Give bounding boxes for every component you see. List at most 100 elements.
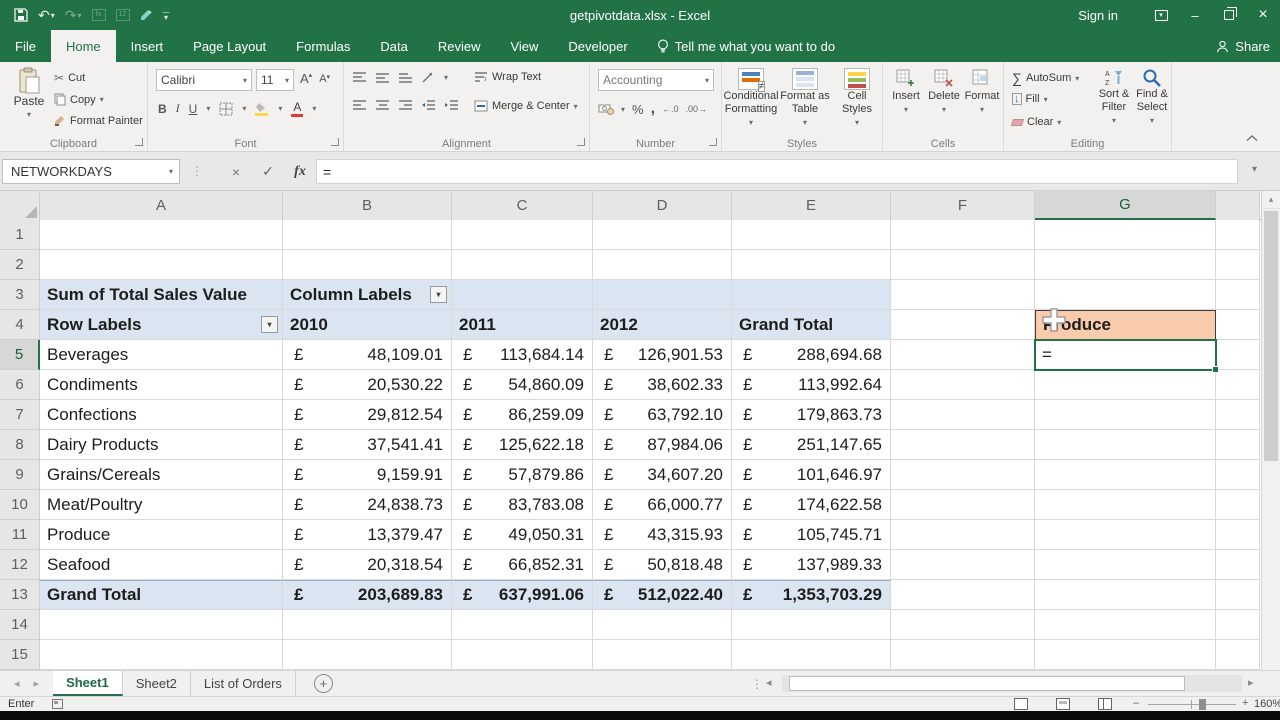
- underline-button[interactable]: U: [189, 102, 198, 116]
- sort-filter-button[interactable]: AZ Sort & Filter▾: [1096, 68, 1132, 127]
- align-middle-icon[interactable]: [375, 72, 390, 84]
- cell-A10[interactable]: Meat/Poultry: [40, 490, 283, 520]
- decrease-indent-icon[interactable]: [421, 100, 436, 112]
- row-header-12[interactable]: 12: [0, 550, 40, 580]
- cell-G14[interactable]: [1035, 610, 1216, 640]
- cell-G15[interactable]: [1035, 640, 1216, 670]
- cell-partial-6[interactable]: [1216, 370, 1260, 400]
- delete-cells-button[interactable]: Delete▾: [927, 68, 961, 116]
- decrease-font-icon[interactable]: A▾: [319, 73, 330, 85]
- ribbon-tab-home[interactable]: Home: [51, 30, 116, 62]
- cell-B11[interactable]: £13,379.47: [283, 520, 452, 550]
- cell-B14[interactable]: [283, 610, 452, 640]
- cell-B13[interactable]: £203,689.83: [283, 580, 452, 610]
- page-layout-view-icon[interactable]: [1056, 698, 1070, 710]
- close-button[interactable]: ×: [1246, 0, 1280, 30]
- cell-G6[interactable]: [1035, 370, 1216, 400]
- cell-partial-15[interactable]: [1216, 640, 1260, 670]
- cell-A9[interactable]: Grains/Cereals: [40, 460, 283, 490]
- cell-A15[interactable]: [40, 640, 283, 670]
- cell-C10[interactable]: £83,783.08: [452, 490, 593, 520]
- comma-style-icon[interactable]: ,: [651, 100, 655, 118]
- cell-E8[interactable]: £251,147.65: [732, 430, 891, 460]
- customize-qat-icon[interactable]: —▾: [163, 10, 170, 20]
- cell-E13[interactable]: £1,353,703.29: [732, 580, 891, 610]
- select-all-corner[interactable]: [0, 191, 40, 220]
- tab-scroll-splitter[interactable]: ⋮: [751, 677, 763, 691]
- row-header-13[interactable]: 13: [0, 580, 40, 610]
- cell-D7[interactable]: £63,792.10: [593, 400, 732, 430]
- cell-A12[interactable]: Seafood: [40, 550, 283, 580]
- cell-F10[interactable]: [891, 490, 1035, 520]
- cell-partial-11[interactable]: [1216, 520, 1260, 550]
- cell-E14[interactable]: [732, 610, 891, 640]
- tell-me-box[interactable]: Tell me what you want to do: [657, 30, 835, 62]
- row-header-6[interactable]: 6: [0, 370, 40, 400]
- row-header-7[interactable]: 7: [0, 400, 40, 430]
- sheet-nav-right-icon[interactable]: ▸: [34, 677, 40, 690]
- conditional-formatting-button[interactable]: ≠ Conditional Formatting▾: [725, 68, 777, 129]
- cell-D14[interactable]: [593, 610, 732, 640]
- cell-E3[interactable]: [732, 280, 891, 310]
- row-header-5[interactable]: 5: [0, 340, 40, 370]
- horizontal-scroll-thumb[interactable]: [789, 676, 1185, 691]
- format-cells-button[interactable]: Format▾: [965, 68, 999, 116]
- cell-C4[interactable]: 2011: [452, 310, 593, 340]
- accounting-format-icon[interactable]: [598, 103, 614, 115]
- confirm-entry-button[interactable]: ✓: [254, 159, 282, 184]
- autosum-button[interactable]: ∑AutoSum▾: [1012, 70, 1079, 86]
- copy-button[interactable]: Copy▾: [54, 93, 104, 106]
- cell-B15[interactable]: [283, 640, 452, 670]
- vertical-scrollbar[interactable]: ▴: [1261, 191, 1280, 670]
- ribbon-tab-view[interactable]: View: [495, 30, 553, 62]
- cell-partial-10[interactable]: [1216, 490, 1260, 520]
- percent-style-icon[interactable]: %: [632, 102, 644, 117]
- hscroll-right-icon[interactable]: ▸: [1248, 676, 1254, 689]
- font-dialog-launcher[interactable]: [331, 138, 339, 146]
- align-right-icon[interactable]: [398, 100, 413, 112]
- cell-partial-3[interactable]: [1216, 280, 1260, 310]
- insert-function-button[interactable]: fx: [286, 159, 314, 184]
- cell-C8[interactable]: £125,622.18: [452, 430, 593, 460]
- cell-B8[interactable]: £37,541.41: [283, 430, 452, 460]
- number-format-combo[interactable]: Accounting▾: [598, 69, 714, 91]
- collapse-ribbon-icon[interactable]: [1246, 134, 1258, 142]
- column-header-C[interactable]: C: [452, 191, 593, 220]
- ribbon-display-options-button[interactable]: ▾: [1144, 0, 1178, 30]
- zoom-in-icon[interactable]: +: [1242, 697, 1248, 709]
- insert-cells-button[interactable]: Insert▾: [889, 68, 923, 116]
- cell-B1[interactable]: [283, 220, 452, 250]
- cut-button[interactable]: ✂Cut: [54, 71, 85, 85]
- cell-G1[interactable]: [1035, 220, 1216, 250]
- cell-C1[interactable]: [452, 220, 593, 250]
- column-header-G[interactable]: G: [1035, 191, 1216, 220]
- cell-G5[interactable]: =: [1035, 340, 1216, 370]
- cell-partial-5[interactable]: [1216, 340, 1260, 370]
- cell-A11[interactable]: Produce: [40, 520, 283, 550]
- cell-C15[interactable]: [452, 640, 593, 670]
- sheet-tab-list-of-orders[interactable]: List of Orders: [191, 671, 296, 696]
- cell-G12[interactable]: [1035, 550, 1216, 580]
- cell-G11[interactable]: [1035, 520, 1216, 550]
- number-dialog-launcher[interactable]: [709, 138, 717, 146]
- cell-E7[interactable]: £179,863.73: [732, 400, 891, 430]
- cell-A2[interactable]: [40, 250, 283, 280]
- cell-D2[interactable]: [593, 250, 732, 280]
- decrease-decimal-icon[interactable]: .00→: [686, 104, 708, 114]
- cell-partial-14[interactable]: [1216, 610, 1260, 640]
- cell-E1[interactable]: [732, 220, 891, 250]
- cell-C5[interactable]: £113,684.14: [452, 340, 593, 370]
- share-button[interactable]: Share: [1216, 30, 1270, 62]
- cell-C3[interactable]: [452, 280, 593, 310]
- cell-C11[interactable]: £49,050.31: [452, 520, 593, 550]
- column-header-E[interactable]: E: [732, 191, 891, 220]
- cell-C14[interactable]: [452, 610, 593, 640]
- align-center-icon[interactable]: [375, 100, 390, 112]
- cell-partial-8[interactable]: [1216, 430, 1260, 460]
- ribbon-tab-page-layout[interactable]: Page Layout: [178, 30, 281, 62]
- cell-G2[interactable]: [1035, 250, 1216, 280]
- ribbon-tab-formulas[interactable]: Formulas: [281, 30, 365, 62]
- page-break-view-icon[interactable]: [1098, 698, 1112, 710]
- cell-F14[interactable]: [891, 610, 1035, 640]
- font-size-combo[interactable]: 11▾: [256, 69, 294, 91]
